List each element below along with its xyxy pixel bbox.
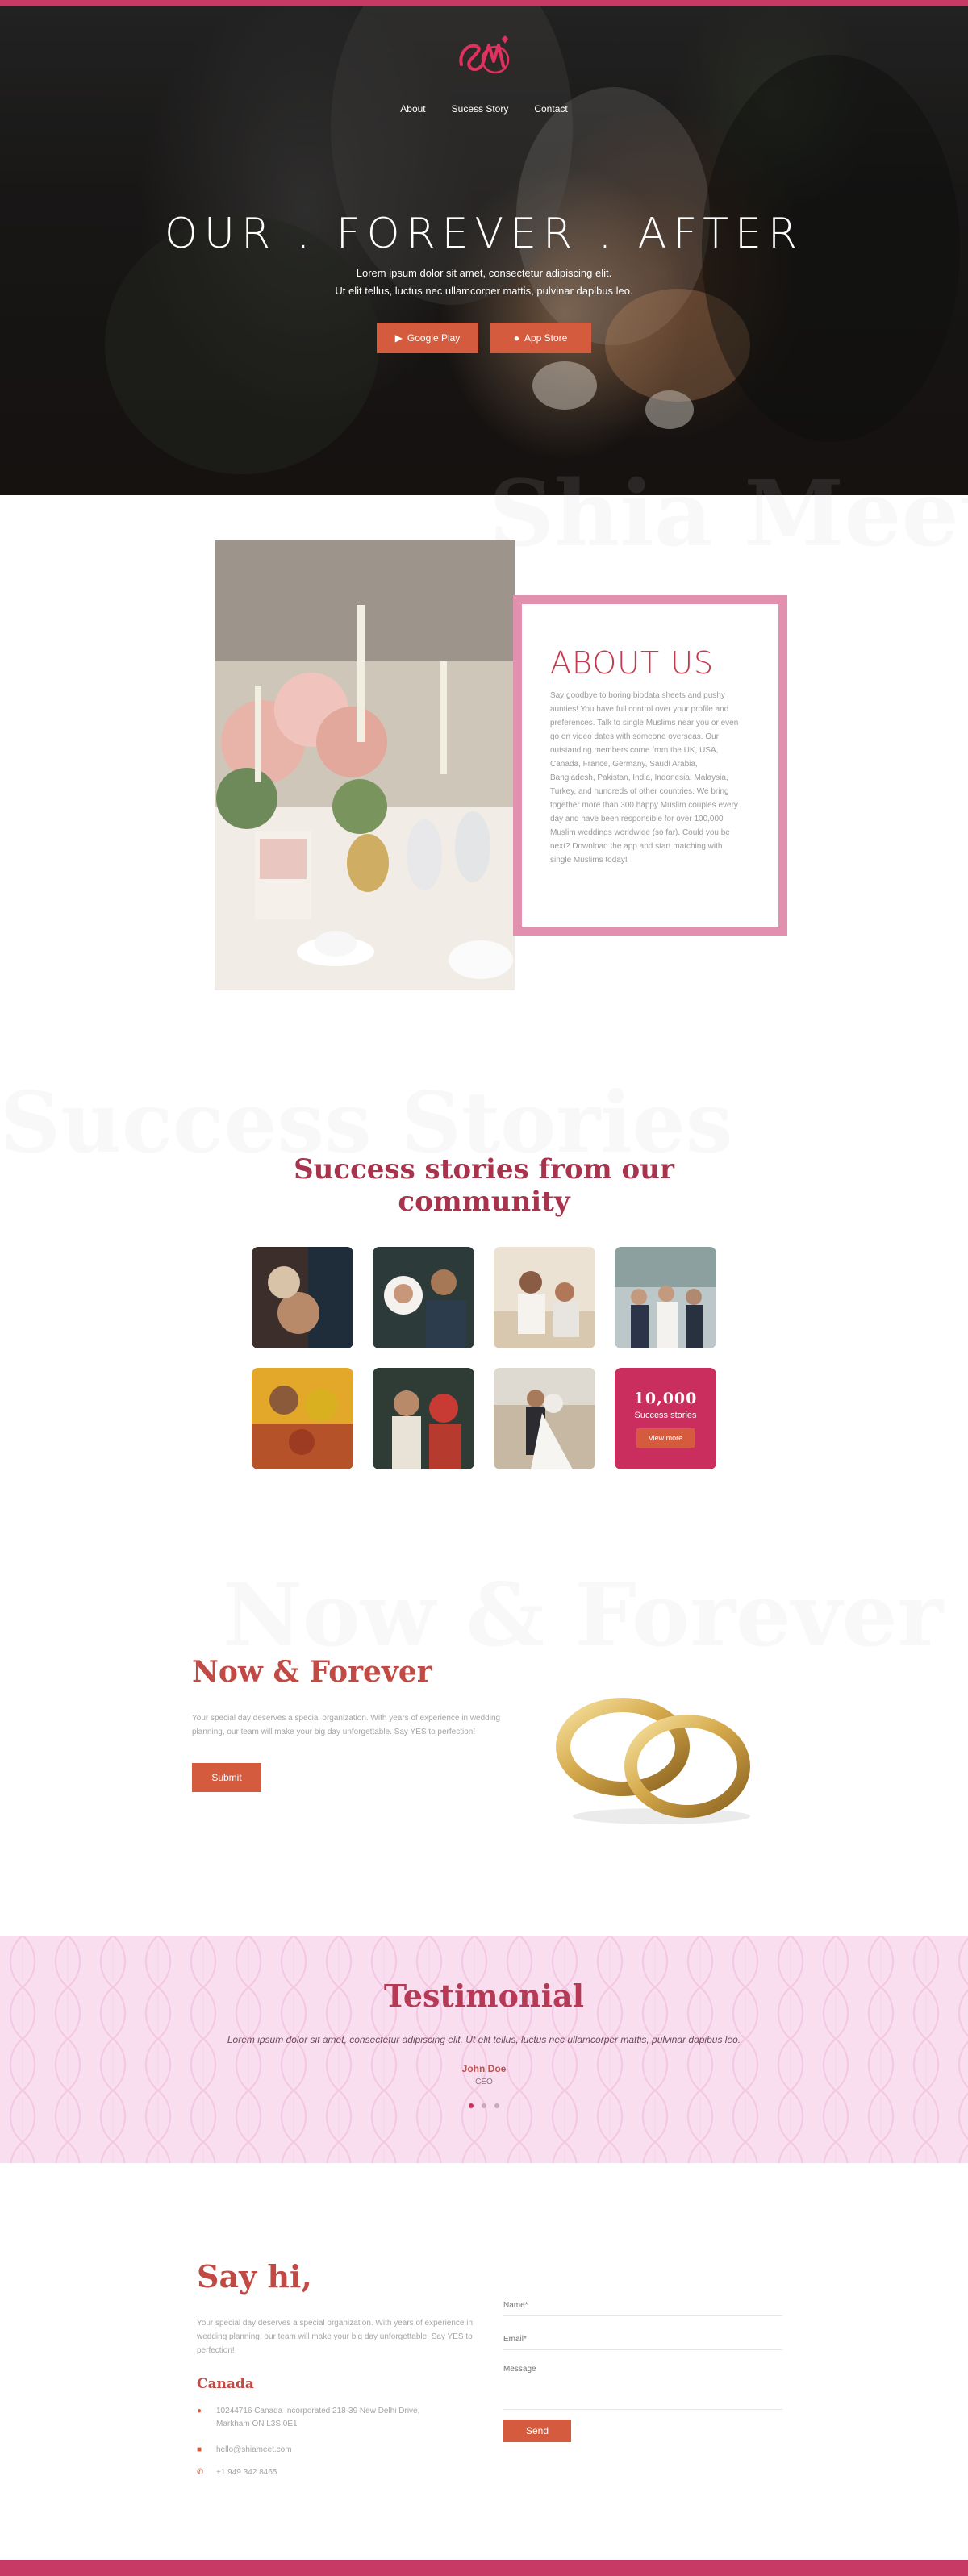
play-icon: ▶ bbox=[394, 332, 403, 344]
testimonial-title: Testimonial bbox=[383, 1978, 585, 2014]
testimonial-section: Testimonial Lorem ipsum dolor sit amet, … bbox=[0, 1936, 968, 2163]
phone-link[interactable]: +1 949 342 8465 bbox=[216, 2466, 277, 2479]
view-more-button[interactable]: View more bbox=[636, 1428, 695, 1448]
address-line-1: 10244716 Canada Incorporated 218-39 New … bbox=[216, 2407, 420, 2416]
send-button[interactable]: Send bbox=[503, 2420, 571, 2442]
success-photo-2[interactable] bbox=[373, 1247, 474, 1348]
hero-title: OUR . FOREVER . AFTER bbox=[165, 210, 803, 258]
carousel-dot-2[interactable] bbox=[482, 2103, 486, 2108]
carousel-dots bbox=[0, 2103, 968, 2108]
success-title-line-2: community bbox=[398, 1186, 570, 1218]
contact-text: Your special day deserves a special orga… bbox=[197, 2319, 474, 2355]
google-play-label: Google Play bbox=[407, 332, 461, 344]
success-photo-1[interactable] bbox=[252, 1247, 353, 1348]
contact-email: ■ hello@shiameet.com bbox=[197, 2444, 292, 2457]
hero-section: About Sucess Story Contact OUR . FOREVER… bbox=[0, 6, 968, 495]
success-photo-6[interactable] bbox=[373, 1368, 474, 1469]
location-pin-icon: ● bbox=[197, 2407, 202, 2416]
testimonial-author-role: CEO bbox=[475, 2078, 493, 2086]
success-photo-4[interactable] bbox=[615, 1247, 716, 1348]
carousel-dot-1[interactable] bbox=[469, 2103, 474, 2108]
envelope-icon: ■ bbox=[197, 2445, 202, 2454]
app-store-button[interactable]: ● App Store bbox=[490, 323, 591, 353]
contact-country: Canada bbox=[197, 2376, 254, 2392]
apple-icon: ● bbox=[513, 332, 519, 344]
success-title: Success stories from our community bbox=[0, 1153, 968, 1218]
bottom-accent-bar bbox=[0, 2560, 968, 2576]
testimonial-pattern bbox=[0, 1936, 968, 2163]
testimonial-quote: Lorem ipsum dolor sit amet, consectetur … bbox=[227, 2034, 741, 2045]
nav-contact[interactable]: Contact bbox=[534, 103, 567, 115]
nav-about[interactable]: About bbox=[400, 103, 425, 115]
google-play-button[interactable]: ▶ Google Play bbox=[377, 323, 478, 353]
contact-phone: ✆ +1 949 342 8465 bbox=[197, 2466, 277, 2479]
success-photo-5[interactable] bbox=[252, 1368, 353, 1469]
phone-icon: ✆ bbox=[197, 2468, 204, 2477]
brand-logo[interactable] bbox=[452, 32, 516, 84]
wedding-rings-image bbox=[556, 1698, 750, 1824]
forever-title: Now & Forever bbox=[192, 1655, 432, 1689]
submit-button[interactable]: Submit bbox=[192, 1763, 261, 1792]
address-line-2: Markham ON L3S 0E1 bbox=[216, 2420, 298, 2428]
about-photo bbox=[215, 540, 515, 990]
hero-buttons: ▶ Google Play ● App Store bbox=[0, 323, 968, 353]
email-field[interactable] bbox=[503, 2329, 782, 2350]
hero-subtitle: Lorem ipsum dolor sit amet, consectetur … bbox=[0, 265, 968, 300]
success-photo-3[interactable] bbox=[494, 1247, 595, 1348]
message-field[interactable] bbox=[503, 2365, 782, 2410]
name-field[interactable] bbox=[503, 2295, 782, 2316]
hero-subtitle-line-1: Lorem ipsum dolor sit amet, consectetur … bbox=[356, 267, 612, 279]
success-title-line-1: Success stories from our bbox=[294, 1153, 674, 1186]
success-count-label: Success stories bbox=[634, 1411, 697, 1420]
email-link[interactable]: hello@shiameet.com bbox=[216, 2444, 292, 2457]
success-count: 10,000 bbox=[633, 1390, 698, 1407]
main-nav: About Sucess Story Contact bbox=[0, 103, 968, 115]
carousel-dot-3[interactable] bbox=[494, 2103, 499, 2108]
app-store-label: App Store bbox=[524, 332, 568, 344]
contact-address: ● 10244716 Canada Incorporated 218-39 Ne… bbox=[197, 2405, 419, 2431]
forever-watermark: Now & Forever bbox=[223, 1565, 944, 1666]
nav-success-story[interactable]: Sucess Story bbox=[452, 103, 509, 115]
about-title: ABOUT US bbox=[550, 645, 715, 681]
success-photo-7[interactable] bbox=[494, 1368, 595, 1469]
about-text: Say goodbye to boring biodata sheets and… bbox=[550, 691, 739, 865]
forever-text: Your special day deserves a special orga… bbox=[192, 1714, 501, 1736]
testimonial-author: John Doe bbox=[461, 2063, 507, 2074]
about-watermark: Shia Meet bbox=[489, 461, 968, 567]
hero-subtitle-line-2: Ut elit tellus, luctus nec ullamcorper m… bbox=[335, 285, 633, 297]
contact-title: Say hi, bbox=[197, 2258, 312, 2295]
top-accent-bar bbox=[0, 0, 968, 6]
success-stat-card: 10,000 Success stories View more bbox=[615, 1368, 716, 1469]
